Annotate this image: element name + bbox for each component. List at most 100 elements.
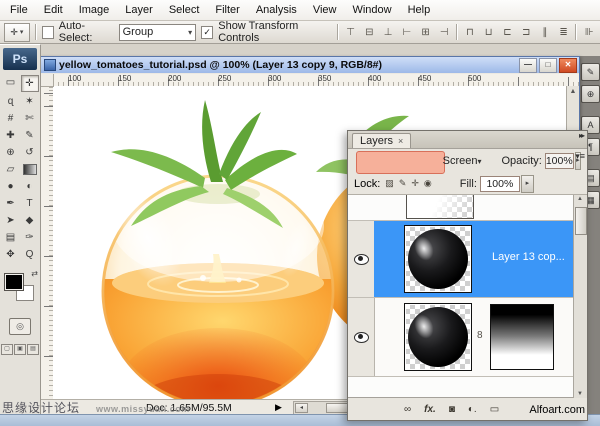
clone-stamp-tool-icon[interactable]: ⊕ [2, 145, 20, 160]
visibility-cell[interactable] [348, 298, 375, 376]
menu-layer[interactable]: Layer [117, 0, 161, 20]
link-layers-icon[interactable]: ∞ [404, 404, 411, 415]
vertical-scrollbar[interactable]: ▲ [566, 86, 579, 134]
distribute-horizontal-centers-icon[interactable]: ∥ [538, 25, 552, 40]
tab-close-icon[interactable]: × [398, 136, 403, 146]
new-layer-icon[interactable]: ▭ [490, 404, 499, 415]
layers-panel-header[interactable]: Layers × ▸▸ [348, 131, 587, 149]
layer-style-icon[interactable]: fx. [424, 404, 436, 415]
show-transform-controls-checkbox[interactable]: ✓ [201, 26, 213, 39]
layer-row[interactable]: 8 [348, 298, 587, 377]
scroll-up-icon[interactable]: ▲ [574, 196, 586, 202]
quick-mask-button[interactable]: ◎ [9, 318, 31, 335]
scrollbar-thumb[interactable] [575, 207, 587, 235]
distribute-top-edges-icon[interactable]: ⊓ [463, 25, 477, 40]
lasso-tool-icon[interactable]: ɋ [2, 94, 20, 109]
standard-screen-mode-button[interactable]: ▢ [1, 344, 13, 355]
status-menu-arrow-icon[interactable]: ▶ [275, 402, 282, 413]
eye-icon[interactable] [354, 254, 369, 265]
fill-spinner-icon[interactable]: ▸ [521, 175, 534, 193]
blend-mode-dropdown[interactable]: Screen ▾ [443, 155, 496, 167]
pen-tool-icon[interactable]: ✒ [2, 196, 20, 211]
menu-filter[interactable]: Filter [207, 0, 247, 20]
swap-colors-icon[interactable]: ⇄ [31, 269, 38, 278]
menu-analysis[interactable]: Analysis [248, 0, 305, 20]
spot-healing-brush-tool-icon[interactable]: ✚ [2, 128, 20, 143]
layers-scrollbar[interactable]: ▲ ▼ [573, 195, 587, 398]
menu-window[interactable]: Window [344, 0, 399, 20]
eyedropper-tool-icon[interactable]: ✑ [21, 230, 39, 245]
layer-thumbnail[interactable] [404, 225, 472, 293]
type-tool-icon[interactable]: T [21, 196, 39, 211]
eraser-tool-icon[interactable]: ▱ [2, 162, 20, 177]
auto-select-checkbox[interactable] [42, 26, 54, 39]
auto-align-layers-icon[interactable]: ⊪ [582, 25, 596, 40]
lock-position-icon[interactable]: ✛ [411, 178, 419, 189]
layer-mask-thumbnail[interactable] [490, 304, 554, 370]
scroll-up-icon[interactable]: ▲ [570, 88, 577, 95]
menu-edit[interactable]: Edit [36, 0, 71, 20]
rectangular-marquee-tool-icon[interactable]: ▭ [2, 75, 20, 90]
visibility-cell[interactable] [348, 221, 375, 297]
brush-tool-icon[interactable]: ✎ [21, 128, 39, 143]
crop-tool-icon[interactable]: # [2, 111, 20, 126]
eye-icon[interactable] [354, 332, 369, 343]
panel-menu-icon[interactable]: ▾≡ [575, 151, 585, 162]
lock-all-icon[interactable]: ◉ [424, 178, 432, 189]
blur-tool-icon[interactable]: ● [2, 179, 20, 194]
foreground-color-swatch[interactable] [5, 274, 23, 290]
align-left-edges-icon[interactable]: ⊢ [400, 25, 414, 40]
magic-wand-tool-icon[interactable]: ✶ [21, 94, 39, 109]
custom-shape-tool-icon[interactable]: ◆ [21, 213, 39, 228]
distribute-right-edges-icon[interactable]: ≣ [557, 25, 571, 40]
document-title-bar[interactable]: yellow_tomatoes_tutorial.psd @ 100% (Lay… [41, 57, 579, 73]
menu-image[interactable]: Image [71, 0, 118, 20]
opacity-field[interactable]: 100% [545, 153, 574, 169]
distribute-left-edges-icon[interactable]: ⊐ [519, 25, 533, 40]
notes-tool-icon[interactable]: ▤ [2, 230, 20, 245]
adjustment-layer-icon[interactable]: ◐. [468, 404, 477, 415]
close-button[interactable]: ✕ [559, 58, 577, 73]
auto-select-group-dropdown[interactable]: Group ▾ [119, 24, 197, 41]
layer-thumbnail[interactable] [404, 303, 472, 371]
clone-source-panel-icon[interactable]: ⊕ [581, 85, 600, 103]
brushes-panel-icon[interactable]: ✎ [581, 63, 600, 81]
lock-transparency-icon[interactable]: ▨ [385, 178, 394, 189]
gradient-tool-icon[interactable] [23, 164, 37, 175]
scroll-left-icon[interactable]: ◂ [295, 403, 308, 413]
menu-select[interactable]: Select [161, 0, 208, 20]
align-vertical-centers-icon[interactable]: ⊟ [362, 25, 376, 40]
align-bottom-edges-icon[interactable]: ⊥ [381, 25, 395, 40]
layers-tab[interactable]: Layers × [352, 133, 411, 148]
layer-row-selected[interactable]: Layer 13 cop... [348, 221, 587, 298]
path-selection-tool-icon[interactable]: ➤ [2, 213, 20, 228]
align-right-edges-icon[interactable]: ⊣ [437, 25, 451, 40]
align-horizontal-centers-icon[interactable]: ⊞ [419, 25, 433, 40]
layer-row-body[interactable]: Layer 13 cop... [374, 221, 574, 297]
scroll-down-icon[interactable]: ▼ [574, 391, 586, 397]
mask-link-icon[interactable]: 8 [477, 330, 483, 341]
full-screen-mode-button[interactable]: ▤ [27, 344, 39, 355]
slice-tool-icon[interactable]: ✄ [21, 111, 39, 126]
menu-view[interactable]: View [305, 0, 345, 20]
hand-tool-icon[interactable]: ✥ [2, 247, 20, 262]
distribute-bottom-edges-icon[interactable]: ⊏ [501, 25, 515, 40]
add-layer-mask-icon[interactable]: ◙ [449, 404, 455, 415]
dodge-tool-icon[interactable]: ◐ [21, 179, 39, 194]
layer-thumbnail[interactable] [406, 195, 474, 219]
layer-name[interactable]: Layer 13 cop... [492, 251, 565, 263]
history-brush-tool-icon[interactable]: ↺ [21, 145, 39, 160]
menu-help[interactable]: Help [400, 0, 439, 20]
layer-row-partial[interactable] [348, 195, 587, 221]
current-tool-button[interactable]: ✛ ▾ [4, 23, 30, 42]
lock-image-icon[interactable]: ✎ [399, 178, 407, 189]
minimize-button[interactable]: — [519, 58, 537, 73]
zoom-tool-icon[interactable]: Q [21, 247, 39, 262]
collapse-dock-icon[interactable]: ▸▸ [579, 131, 583, 140]
align-top-edges-icon[interactable]: ⊤ [344, 25, 358, 40]
move-tool-icon[interactable]: ✛ [21, 75, 39, 92]
distribute-vertical-centers-icon[interactable]: ⊔ [482, 25, 496, 40]
menu-file[interactable]: File [2, 0, 36, 20]
fill-field[interactable]: 100% [480, 176, 520, 192]
maximize-button[interactable]: □ [539, 58, 557, 73]
